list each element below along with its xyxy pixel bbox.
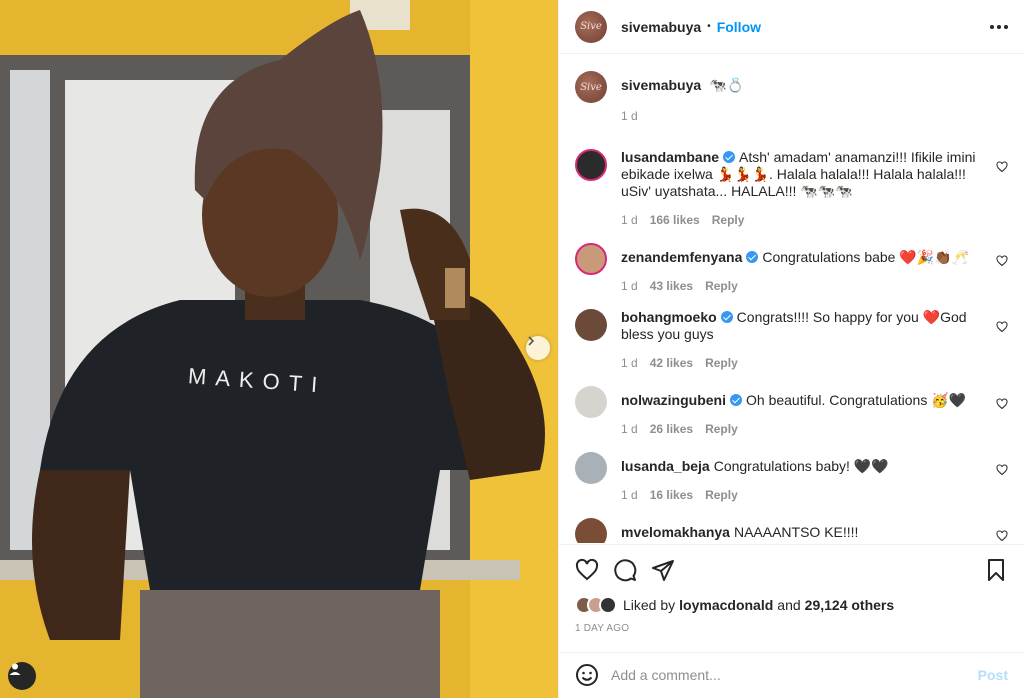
- caption-username[interactable]: sivemabuya: [621, 77, 701, 93]
- verified-badge-icon: [730, 394, 742, 406]
- more-options-button[interactable]: [990, 24, 1008, 29]
- comment-username[interactable]: bohangmoeko: [621, 309, 717, 325]
- share-button[interactable]: [651, 558, 675, 582]
- reply-button[interactable]: Reply: [712, 212, 745, 229]
- comment-item: lusandambane Atsh' amadam' anamanzi!!! If…: [575, 149, 1008, 229]
- commenter-avatar[interactable]: [575, 243, 607, 275]
- follow-button[interactable]: Follow: [717, 19, 761, 35]
- comment-username[interactable]: lusanda_beja: [621, 458, 710, 474]
- comment-item: mvelomakhanyaNAAAANTSO KE!!!! CONGRATULA…: [575, 518, 1008, 543]
- comment-item: lusanda_beja Congratulations baby! 🖤🖤 1 d…: [575, 452, 1008, 504]
- heart-icon[interactable]: [996, 464, 1008, 476]
- divider: [559, 652, 1024, 653]
- verified-badge-icon: [746, 251, 759, 263]
- author-username[interactable]: sivemabuya: [621, 19, 701, 35]
- heart-icon[interactable]: [996, 255, 1008, 267]
- like-button[interactable]: [575, 558, 599, 582]
- post-header: Sive sivemabuya • Follow: [559, 0, 1024, 54]
- liker-avatar: [599, 596, 617, 614]
- reply-button[interactable]: Reply: [705, 421, 738, 438]
- comment-item: nolwazingubeni Oh beautiful. Congratulati…: [575, 386, 1008, 438]
- separator-dot: •: [707, 21, 711, 32]
- comment-time[interactable]: 1 d: [621, 278, 638, 295]
- heart-icon[interactable]: [996, 398, 1008, 410]
- comment-time[interactable]: 1 d: [621, 421, 638, 438]
- emoji-icon: [576, 664, 598, 686]
- heart-icon: [575, 558, 599, 581]
- heart-icon[interactable]: [996, 321, 1008, 333]
- caption: Sive sivemabuya 🐄💍 1 d: [575, 71, 1008, 125]
- caption-avatar[interactable]: Sive: [575, 71, 607, 103]
- comment-likes[interactable]: 26 likes: [650, 421, 693, 438]
- post-photo[interactable]: MAKOTI: [0, 0, 558, 698]
- caption-time[interactable]: 1 d: [621, 108, 638, 125]
- likes-prefix: Liked by: [623, 597, 676, 613]
- heart-icon[interactable]: [996, 530, 1008, 542]
- post-timestamp[interactable]: 1 DAY AGO: [575, 623, 629, 634]
- share-icon: [652, 560, 674, 581]
- avatar-logo-text: Sive: [580, 21, 602, 32]
- comment-button[interactable]: [613, 558, 637, 582]
- heart-icon[interactable]: [996, 161, 1008, 173]
- caption-text: 🐄💍: [709, 77, 744, 93]
- comment-input[interactable]: [611, 667, 978, 683]
- avatar-logo-text: Sive: [580, 81, 602, 93]
- liked-by-user[interactable]: loymacdonald: [679, 597, 773, 613]
- liker-avatars[interactable]: [575, 596, 617, 614]
- comment-likes[interactable]: 43 likes: [650, 278, 693, 295]
- comment-text: Oh beautiful. Congratulations 🥳🖤: [746, 392, 967, 408]
- comment-likes[interactable]: 42 likes: [650, 355, 693, 372]
- bookmark-icon: [988, 559, 1004, 581]
- post-side-panel: Sive sivemabuya • Follow Sive sivemabuya…: [558, 0, 1024, 698]
- comment-text: Congratulations baby! 🖤🖤: [713, 458, 889, 474]
- post-comment-button[interactable]: Post: [978, 667, 1008, 683]
- commenter-avatar[interactable]: [575, 309, 607, 341]
- verified-badge-icon: [720, 311, 733, 323]
- comment-time[interactable]: 1 d: [621, 355, 638, 372]
- more-icon: [990, 24, 1008, 29]
- comment-icon: [614, 559, 637, 582]
- comment-item: bohangmoeko Congrats!!!! So happy for you…: [575, 309, 1008, 372]
- commenter-avatar[interactable]: [575, 518, 607, 543]
- commenter-avatar[interactable]: [575, 149, 607, 181]
- reply-button[interactable]: Reply: [705, 278, 738, 295]
- divider: [559, 544, 1024, 545]
- user-tag-button[interactable]: [8, 662, 36, 690]
- comment-text: Congratulations babe ❤️🎉👏🏾🥂: [762, 249, 970, 265]
- comment-time[interactable]: 1 d: [621, 487, 638, 504]
- save-button[interactable]: [984, 558, 1008, 582]
- add-comment-bar: Post: [575, 662, 1008, 688]
- comment-username[interactable]: zenandemfenyana: [621, 249, 742, 265]
- emoji-button[interactable]: [575, 663, 599, 687]
- comment-item: zenandemfenyana Congratulations babe ❤️🎉👏…: [575, 243, 1008, 295]
- chevron-right-icon: [528, 336, 535, 346]
- comments-list[interactable]: Sive sivemabuya 🐄💍 1 d lusandambane Atsh'…: [559, 55, 1024, 543]
- action-bar: [575, 556, 1008, 584]
- author-avatar[interactable]: Sive: [575, 10, 607, 43]
- comment-username[interactable]: nolwazingubeni: [621, 392, 726, 408]
- comment-username[interactable]: mvelomakhanya: [621, 524, 730, 540]
- likes-middle: and: [777, 597, 801, 613]
- reply-button[interactable]: Reply: [705, 355, 738, 372]
- commenter-avatar[interactable]: [575, 386, 607, 418]
- photo-illustration: [0, 0, 558, 698]
- comment-time[interactable]: 1 d: [621, 212, 638, 229]
- likes-count[interactable]: 29,124 others: [805, 597, 895, 613]
- likes-summary: Liked by loymacdonald and 29,124 others: [575, 596, 894, 614]
- next-photo-button[interactable]: [526, 336, 550, 360]
- comment-username[interactable]: lusandambane: [621, 149, 719, 165]
- comment-likes[interactable]: 166 likes: [650, 212, 700, 229]
- reply-button[interactable]: Reply: [705, 487, 738, 504]
- commenter-avatar[interactable]: [575, 452, 607, 484]
- user-tag-icon: [9, 663, 21, 675]
- verified-badge-icon: [723, 151, 736, 163]
- comment-likes[interactable]: 16 likes: [650, 487, 693, 504]
